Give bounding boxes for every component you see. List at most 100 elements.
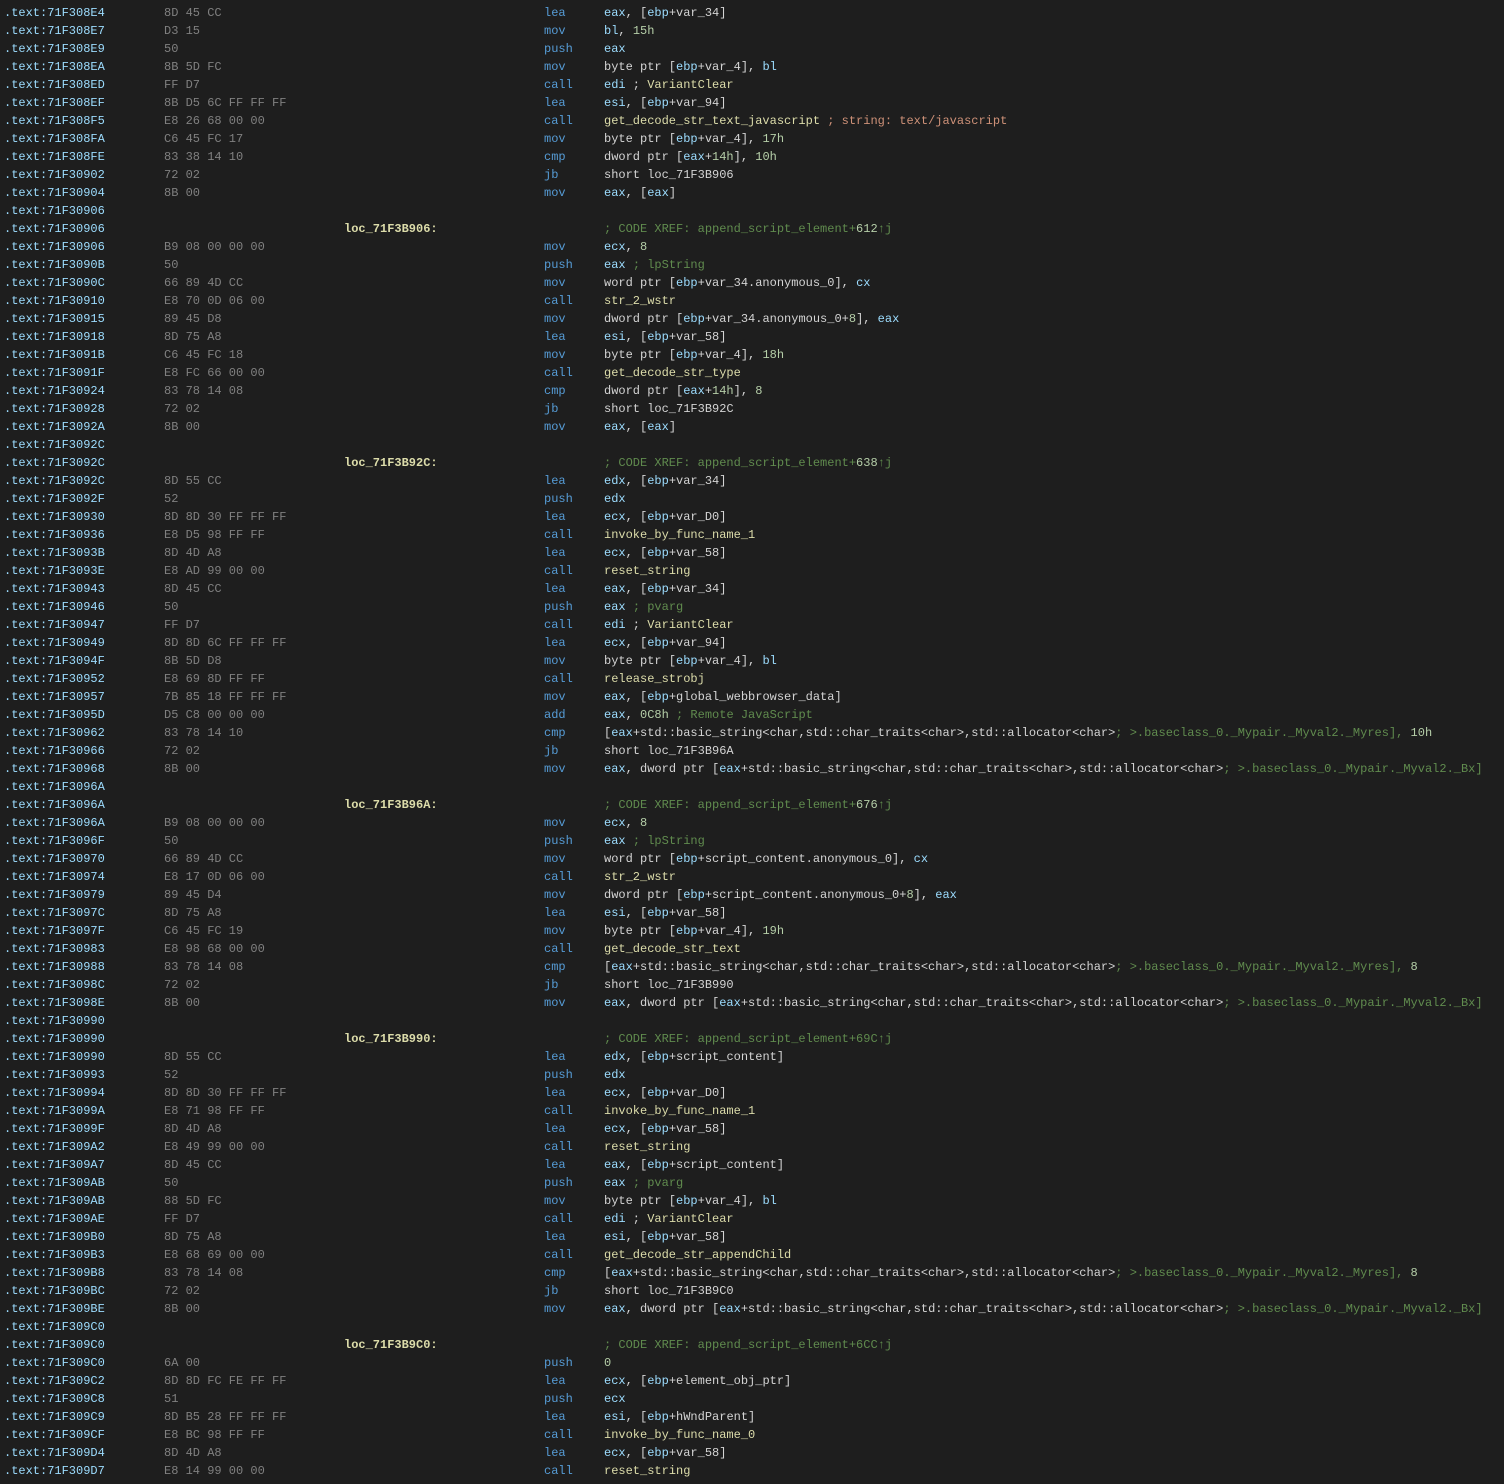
bytes-col: FF D7: [164, 76, 344, 94]
addr-col: .text:71F3091F: [4, 364, 164, 382]
disasm-line: .text:71F30906: [0, 202, 1504, 220]
mnemonic-col: call: [544, 526, 604, 544]
addr-col: .text:71F30906: [4, 220, 164, 238]
addr-col: .text:71F30904: [4, 184, 164, 202]
bytes-col: 8B 00: [164, 418, 344, 436]
operands-col: byte ptr [ebp+var_4], bl: [604, 652, 1500, 670]
disasm-line: .text:71F308EA8B 5D FCmovbyte ptr [ebp+v…: [0, 58, 1504, 76]
addr-col: .text:71F30990: [4, 1012, 164, 1030]
operands-col: get_decode_str_type: [604, 364, 1500, 382]
disasm-line: .text:71F309AB50pusheax ; pvarg: [0, 1174, 1504, 1192]
operands-col: eax ; pvarg: [604, 1174, 1500, 1192]
disasm-line: .text:71F309B3E8 68 69 00 00callget_deco…: [0, 1246, 1504, 1264]
addr-col: .text:71F30906: [4, 238, 164, 256]
bytes-col: 66 89 4D CC: [164, 850, 344, 868]
mnemonic-col: lea: [544, 328, 604, 346]
operands-col: str_2_wstr: [604, 292, 1500, 310]
addr-col: .text:71F30918: [4, 328, 164, 346]
operands-col: eax, [eax]: [604, 184, 1500, 202]
disasm-line: .text:71F3094F8B 5D D8movbyte ptr [ebp+v…: [0, 652, 1504, 670]
disasm-line: .text:71F309BC72 02jbshort loc_71F3B9C0: [0, 1282, 1504, 1300]
disasm-line: .text:71F30947FF D7calledi ; VariantClea…: [0, 616, 1504, 634]
disasm-line: .text:71F3096283 78 14 10cmp[eax+std::ba…: [0, 724, 1504, 742]
bytes-col: 8D 8D 30 FF FF FF: [164, 508, 344, 526]
disasm-line: .text:71F309C851pushecx: [0, 1390, 1504, 1408]
mnemonic-col: mov: [544, 310, 604, 328]
label-col: loc_71F3B990:: [344, 1030, 544, 1048]
bytes-col: 52: [164, 490, 344, 508]
disasm-line: .text:71F3098883 78 14 08cmp[eax+std::ba…: [0, 958, 1504, 976]
addr-col: .text:71F3097F: [4, 922, 164, 940]
mnemonic-col: jb: [544, 400, 604, 418]
operands-col: byte ptr [ebp+var_4], 19h: [604, 922, 1500, 940]
operands-col: edx, [ebp+script_content]: [604, 1048, 1500, 1066]
disasm-line: .text:71F309948D 8D 30 FF FF FFleaecx, […: [0, 1084, 1504, 1102]
operands-col: byte ptr [ebp+var_4], 17h: [604, 130, 1500, 148]
disasm-line: .text:71F3096Aloc_71F3B96A:; CODE XREF: …: [0, 796, 1504, 814]
mnemonic-col: call: [544, 1210, 604, 1228]
operands-col: esi, [ebp+var_94]: [604, 94, 1500, 112]
disasm-line: .text:71F3098E8B 00moveax, dword ptr [ea…: [0, 994, 1504, 1012]
mnemonic-col: push: [544, 40, 604, 58]
disasm-line: .text:71F3091FE8 FC 66 00 00callget_deco…: [0, 364, 1504, 382]
label-col: loc_71F3B9C0:: [344, 1336, 544, 1354]
operands-col: eax, [ebp+script_content]: [604, 1156, 1500, 1174]
operands-col: ecx, [ebp+var_D0]: [604, 1084, 1500, 1102]
addr-col: .text:71F3092C: [4, 454, 164, 472]
addr-col: .text:71F309BE: [4, 1300, 164, 1318]
disasm-line: .text:71F309688B 00moveax, dword ptr [ea…: [0, 760, 1504, 778]
operands-col: esi, [ebp+var_58]: [604, 328, 1500, 346]
operands-col: ecx, [ebp+element_obj_ptr]: [604, 1372, 1500, 1390]
disasm-line: .text:71F3093B8D 4D A8leaecx, [ebp+var_5…: [0, 544, 1504, 562]
bytes-col: E8 71 98 FF FF: [164, 1102, 344, 1120]
mnemonic-col: cmp: [544, 958, 604, 976]
mnemonic-col: mov: [544, 1192, 604, 1210]
mnemonic-col: lea: [544, 1372, 604, 1390]
addr-col: .text:71F3096F: [4, 832, 164, 850]
addr-col: .text:71F30924: [4, 382, 164, 400]
disasm-line: .text:71F309AB88 5D FCmovbyte ptr [ebp+v…: [0, 1192, 1504, 1210]
bytes-col: E8 98 68 00 00: [164, 940, 344, 958]
addr-col: .text:71F3098C: [4, 976, 164, 994]
addr-col: .text:71F3091B: [4, 346, 164, 364]
mnemonic-col: lea: [544, 4, 604, 22]
addr-col: .text:71F30947: [4, 616, 164, 634]
addr-col: .text:71F309B3: [4, 1246, 164, 1264]
bytes-col: E8 AD 99 00 00: [164, 562, 344, 580]
bytes-col: 8D 45 CC: [164, 4, 344, 22]
operands-col: get_decode_str_text_javascript ; string:…: [604, 112, 1500, 130]
bytes-col: C6 45 FC 17: [164, 130, 344, 148]
operands-col: [eax+std::basic_string<char,std::char_tr…: [604, 724, 1500, 742]
addr-col: .text:71F30968: [4, 760, 164, 778]
disasm-line: .text:71F309D7E8 14 99 00 00callreset_st…: [0, 1462, 1504, 1480]
mnemonic-col: lea: [544, 580, 604, 598]
disasm-line: .text:71F30990loc_71F3B990:; CODE XREF: …: [0, 1030, 1504, 1048]
operands-col: ecx, 8: [604, 814, 1500, 832]
operands-col: esi, [ebp+hWndParent]: [604, 1408, 1500, 1426]
bytes-col: E8 14 99 00 00: [164, 1462, 344, 1480]
disasm-line: .text:71F308EDFF D7calledi ; VariantClea…: [0, 76, 1504, 94]
operands-col: eax ; pvarg: [604, 598, 1500, 616]
mnemonic-col: call: [544, 1426, 604, 1444]
bytes-col: E8 68 69 00 00: [164, 1246, 344, 1264]
bytes-col: 8D 75 A8: [164, 904, 344, 922]
disasm-line: .text:71F3092F52pushedx: [0, 490, 1504, 508]
disasm-line: .text:71F309CFE8 BC 98 FF FFcallinvoke_b…: [0, 1426, 1504, 1444]
mnemonic-col: mov: [544, 1300, 604, 1318]
operands-col: invoke_by_func_name_1: [604, 526, 1500, 544]
bytes-col: E8 BC 98 FF FF: [164, 1426, 344, 1444]
mnemonic-col: push: [544, 1066, 604, 1084]
addr-col: .text:71F308E7: [4, 22, 164, 40]
addr-col: .text:71F309C2: [4, 1372, 164, 1390]
mnemonic-col: call: [544, 292, 604, 310]
addr-col: .text:71F309B8: [4, 1264, 164, 1282]
operands-col: eax, 0C8h ; Remote JavaScript: [604, 706, 1500, 724]
disasm-line: .text:71F309C98D B5 28 FF FF FFleaesi, […: [0, 1408, 1504, 1426]
operands-col: ecx, [ebp+var_58]: [604, 1444, 1500, 1462]
bytes-col: C6 45 FC 19: [164, 922, 344, 940]
addr-col: .text:71F30966: [4, 742, 164, 760]
operands-col: ecx, [ebp+var_58]: [604, 544, 1500, 562]
addr-col: .text:71F308E4: [4, 4, 164, 22]
addr-col: .text:71F308ED: [4, 76, 164, 94]
addr-col: .text:71F30949: [4, 634, 164, 652]
